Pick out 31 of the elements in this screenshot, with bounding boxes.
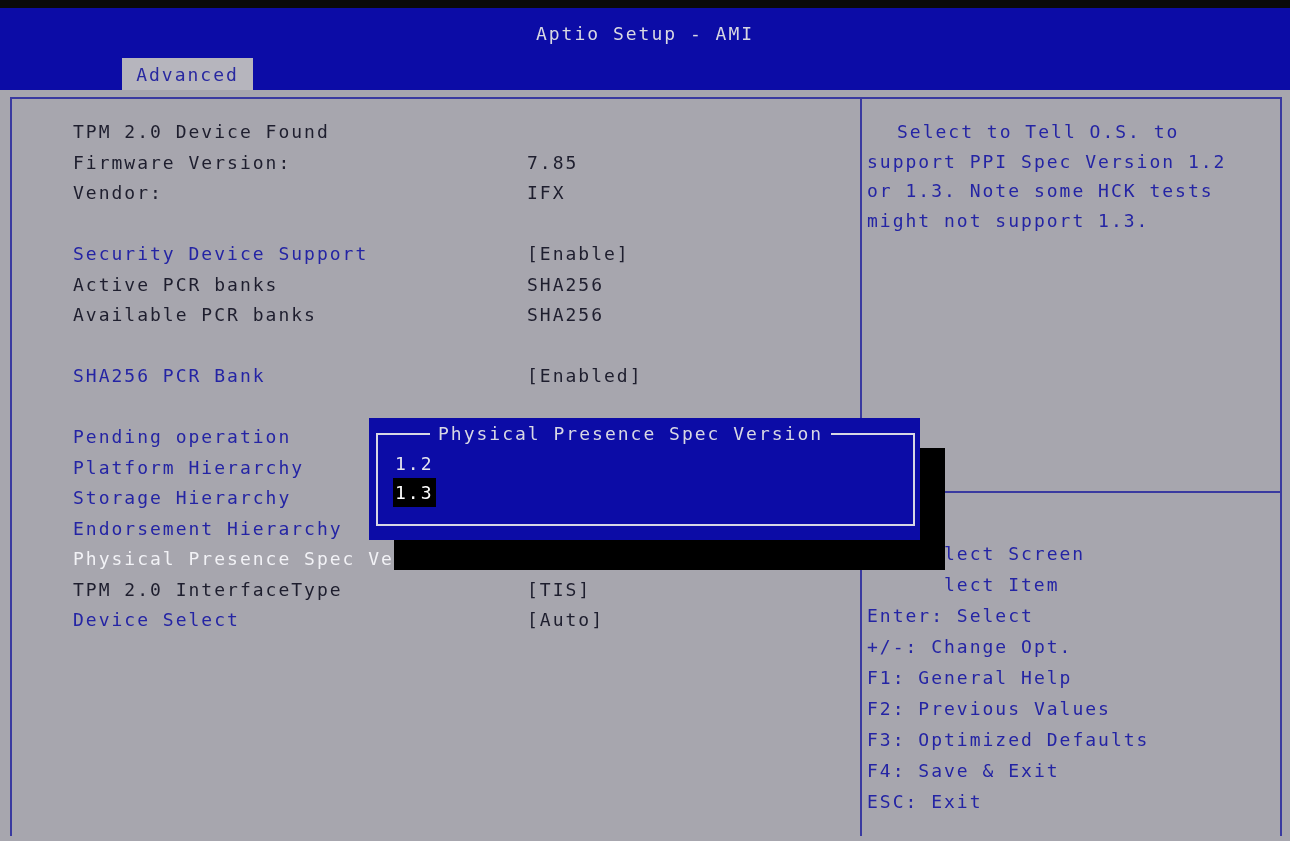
key-hint: Enter: Select	[867, 604, 1035, 628]
help-description: Select to Tell O.S. to support PPI Spec Version 1.2 or 1.3. Note some HCK tests might not support 1.3.	[867, 120, 1228, 233]
key-hint: ESC: Exit	[867, 790, 984, 814]
setting-value: [TIS]	[527, 577, 592, 602]
key-hint: F1: General Help	[867, 666, 1074, 690]
setting-label[interactable]: SHA256 PCR Bank	[73, 361, 527, 392]
setting-label: Firmware Version:	[73, 150, 293, 175]
setting-value[interactable]: [Enabled]	[527, 361, 643, 392]
key-hint: F3: Optimized Defaults	[867, 728, 1151, 752]
key-hint: F2: Previous Values	[867, 697, 1112, 721]
setting-label: Available PCR banks	[73, 303, 318, 327]
setting-value: SHA256	[527, 272, 605, 297]
setting-value: 7.85	[527, 150, 579, 175]
setting-label: Active PCR banks	[73, 272, 280, 297]
setting-label: Vendor:	[73, 181, 164, 205]
setting-value[interactable]: [Auto]	[527, 605, 605, 636]
setting-label: TPM 2.0 InterfaceType	[73, 577, 344, 602]
tab[interactable]: Advanced	[122, 58, 253, 90]
popup-option[interactable]: 1.2	[393, 449, 436, 478]
setting-label[interactable]: Security Device Support	[73, 239, 527, 270]
setting-value: SHA256	[527, 303, 605, 327]
key-hint: lect Screen	[943, 542, 1087, 566]
key-hint: lect Item	[943, 573, 1061, 597]
setting-value[interactable]: [Enable]	[527, 239, 630, 270]
key-hint: +/-: Change Opt.	[867, 635, 1074, 659]
window-title: Aptio Setup - AMI	[535, 22, 755, 46]
popup-option[interactable]: 1.3	[393, 478, 436, 507]
setting-label: TPM 2.0 Device Found	[73, 120, 331, 144]
setting-label[interactable]: Device Select	[73, 605, 527, 636]
key-hint: F4: Save & Exit	[867, 759, 1061, 783]
setting-value: IFX	[527, 181, 566, 205]
